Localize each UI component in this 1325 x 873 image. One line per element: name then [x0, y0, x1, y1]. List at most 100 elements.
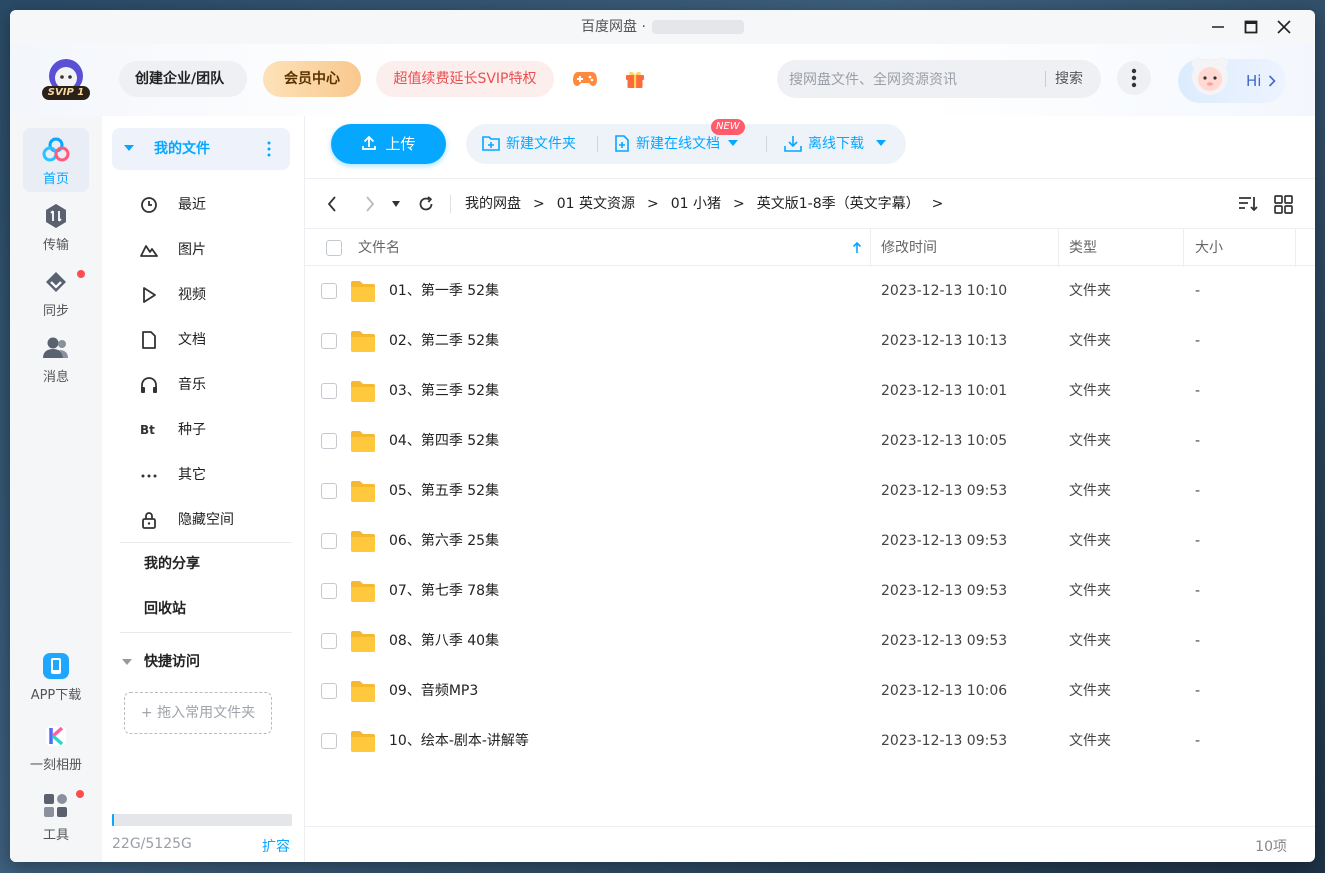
sort-ascending-icon	[852, 242, 862, 253]
headphones-icon	[141, 377, 157, 393]
more-button[interactable]	[1117, 61, 1151, 95]
bt-icon: Bt	[140, 423, 155, 437]
table-row[interactable]: 08、第八季 40集 2023-12-13 09:53 文件夹 -	[305, 616, 1315, 666]
row-checkbox[interactable]	[321, 683, 337, 699]
row-checkbox[interactable]	[321, 433, 337, 449]
sync-icon	[46, 272, 66, 292]
gift-button[interactable]	[619, 63, 651, 95]
maximize-button[interactable]	[1238, 15, 1264, 39]
search-button[interactable]: 搜索	[1055, 60, 1083, 98]
table-row[interactable]: 05、第五季 52集 2023-12-13 09:53 文件夹 -	[305, 466, 1315, 516]
vip-center-button[interactable]: 会员中心	[263, 61, 361, 97]
file-name[interactable]: 08、第八季 40集	[389, 616, 499, 666]
row-checkbox[interactable]	[321, 483, 337, 499]
history-dropdown[interactable]	[389, 193, 403, 215]
forward-button[interactable]	[359, 193, 381, 215]
svip-renew-button[interactable]: 超值续费延长SVIP特权	[376, 61, 554, 97]
svip-avatar[interactable]: SVIP 1	[40, 56, 92, 104]
chevron-right-icon	[1268, 75, 1276, 87]
file-name[interactable]: 01、第一季 52集	[389, 266, 499, 316]
table-row[interactable]: 06、第六季 25集 2023-12-13 09:53 文件夹 -	[305, 516, 1315, 566]
caret-down-icon	[392, 201, 400, 207]
breadcrumb-item[interactable]: 01 小猪	[671, 196, 721, 212]
file-modified-time: 2023-12-13 09:53	[881, 583, 1008, 599]
minimize-icon	[1212, 26, 1224, 28]
nav-label: 工具	[42, 828, 69, 843]
nav-item-tools[interactable]: 工具	[18, 784, 94, 848]
file-name[interactable]: 05、第五季 52集	[389, 466, 499, 516]
yike-album-icon	[46, 726, 66, 746]
sidebar-item-torrents[interactable]: Bt 种子	[140, 412, 290, 448]
nav-label: APP下载	[30, 688, 82, 703]
sidebar-item-recycle-bin[interactable]: 回收站	[144, 591, 186, 627]
sort-button[interactable]	[1237, 193, 1259, 215]
column-type[interactable]: 类型	[1069, 229, 1097, 267]
table-row[interactable]: 10、绘本-剧本-讲解等 2023-12-13 09:53 文件夹 -	[305, 716, 1315, 766]
mascot-avatar-icon	[1192, 57, 1228, 95]
offline-download-button[interactable]: 离线下载	[784, 124, 887, 164]
file-name[interactable]: 03、第三季 52集	[389, 366, 499, 416]
play-icon	[143, 287, 156, 303]
file-name[interactable]: 09、音频MP3	[389, 666, 478, 716]
file-name[interactable]: 04、第四季 52集	[389, 416, 499, 466]
table-row[interactable]: 01、第一季 52集 2023-12-13 10:10 文件夹 -	[305, 266, 1315, 316]
file-type: 文件夹	[1069, 683, 1111, 699]
table-row[interactable]: 02、第二季 52集 2023-12-13 10:13 文件夹 -	[305, 316, 1315, 366]
sidebar-item-images[interactable]: 图片	[140, 232, 290, 268]
nav-item-transfer[interactable]: 传输	[23, 194, 89, 258]
table-row[interactable]: 09、音频MP3 2023-12-13 10:06 文件夹 -	[305, 666, 1315, 716]
nav-item-home[interactable]: 首页	[23, 128, 89, 192]
table-row[interactable]: 04、第四季 52集 2023-12-13 10:05 文件夹 -	[305, 416, 1315, 466]
quick-access-drop-zone[interactable]: + 拖入常用文件夹	[124, 692, 272, 734]
upload-button[interactable]: 上传	[331, 124, 446, 164]
row-checkbox[interactable]	[321, 633, 337, 649]
create-team-button[interactable]: 创建企业/团队	[119, 61, 247, 97]
row-checkbox[interactable]	[321, 333, 337, 349]
file-name[interactable]: 10、绘本-剧本-讲解等	[389, 716, 529, 766]
grid-view-button[interactable]	[1272, 193, 1294, 215]
file-name[interactable]: 07、第七季 78集	[389, 566, 499, 616]
row-checkbox[interactable]	[321, 583, 337, 599]
breadcrumb-item[interactable]: 我的网盘	[465, 196, 521, 212]
expand-storage-link[interactable]: 扩容	[262, 836, 290, 856]
table-row[interactable]: 07、第七季 78集 2023-12-13 09:53 文件夹 -	[305, 566, 1315, 616]
sidebar-item-hidden-space[interactable]: 隐藏空间	[140, 502, 290, 538]
new-folder-button[interactable]: 新建文件夹	[482, 124, 576, 164]
action-toolbar: 新建文件夹 新建在线文档 NEW 离线下载	[466, 119, 906, 164]
nav-item-sync[interactable]: 同步	[23, 260, 89, 324]
breadcrumb-item[interactable]: 英文版1-8季（英文字幕）	[757, 196, 920, 212]
sidebar-item-recent[interactable]: 最近	[140, 187, 290, 223]
item-count: 10项	[1255, 839, 1287, 855]
nav-item-yike-album[interactable]: 一刻相册	[18, 714, 94, 778]
sidebar-item-other[interactable]: 其它	[140, 457, 290, 493]
column-name[interactable]: 文件名	[358, 229, 400, 267]
folder-icon	[351, 581, 375, 602]
column-size[interactable]: 大小	[1195, 229, 1223, 267]
game-button[interactable]	[569, 63, 601, 95]
sidebar-item-documents[interactable]: 文档	[140, 322, 290, 358]
row-checkbox[interactable]	[321, 283, 337, 299]
sidebar-item-videos[interactable]: 视频	[140, 277, 290, 313]
row-checkbox[interactable]	[321, 533, 337, 549]
column-modified-time[interactable]: 修改时间	[881, 229, 937, 267]
user-greeting-button[interactable]: Hi	[1178, 57, 1286, 103]
row-checkbox[interactable]	[321, 733, 337, 749]
breadcrumb-item[interactable]: 01 英文资源	[557, 196, 635, 212]
file-type: 文件夹	[1069, 633, 1111, 649]
minimize-button[interactable]	[1205, 15, 1231, 39]
refresh-button[interactable]	[415, 193, 437, 215]
file-name[interactable]: 06、第六季 25集	[389, 516, 499, 566]
table-row[interactable]: 03、第三季 52集 2023-12-13 10:01 文件夹 -	[305, 366, 1315, 416]
my-files-section[interactable]: 我的文件	[112, 128, 290, 170]
back-button[interactable]	[321, 193, 343, 215]
search-input[interactable]	[787, 60, 1046, 100]
nav-item-app-download[interactable]: APP下载	[18, 644, 94, 708]
file-type: 文件夹	[1069, 583, 1111, 599]
select-all-checkbox[interactable]	[326, 240, 342, 256]
sidebar-item-my-share[interactable]: 我的分享	[144, 546, 200, 582]
nav-item-messages[interactable]: 消息	[23, 326, 89, 390]
file-name[interactable]: 02、第二季 52集	[389, 316, 499, 366]
sidebar-item-music[interactable]: 音乐	[140, 367, 290, 403]
close-button[interactable]	[1271, 15, 1297, 39]
row-checkbox[interactable]	[321, 383, 337, 399]
